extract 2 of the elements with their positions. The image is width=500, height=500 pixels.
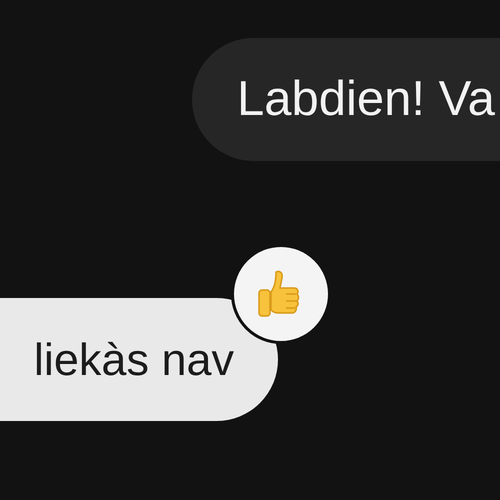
message-bubble: Labdien! Va [192,38,500,161]
message-bubble: liekàs nav [0,298,278,421]
